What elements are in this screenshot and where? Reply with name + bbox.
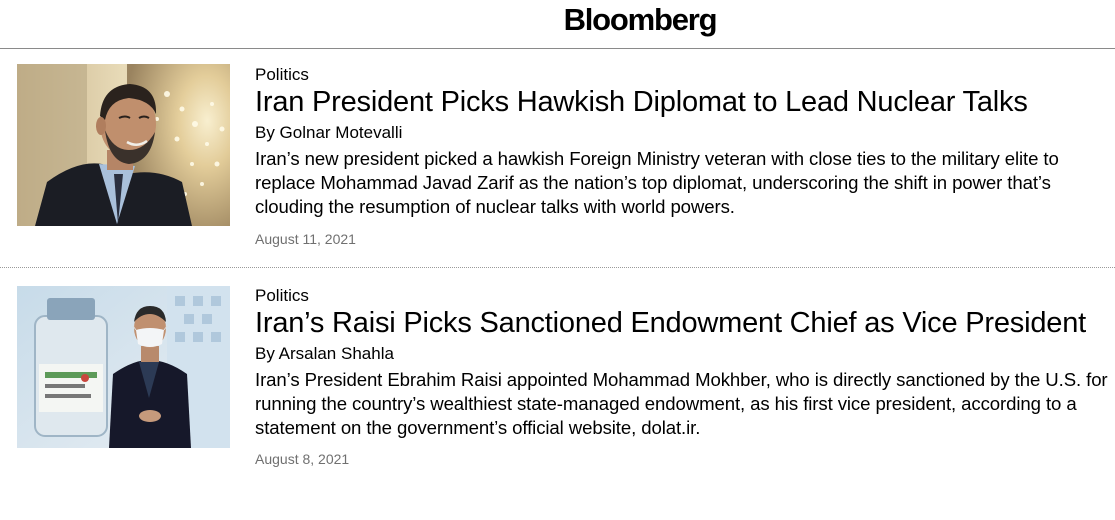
story-thumbnail-image[interactable] [17, 286, 230, 448]
story-date: August 11, 2021 [255, 231, 356, 247]
story-text: Politics Iran President Picks Hawkish Di… [255, 65, 1110, 248]
story-text: Politics Iran’s Raisi Picks Sanctioned E… [255, 286, 1110, 468]
story-headline[interactable]: Iran’s Raisi Picks Sanctioned Endowment … [255, 306, 1110, 341]
story-item: Politics Iran’s Raisi Picks Sanctioned E… [0, 268, 1115, 520]
bloomberg-logo[interactable]: Bloomberg [0, 2, 1115, 38]
story-summary: Iran’s new president picked a hawkish Fo… [255, 148, 1059, 217]
story-category[interactable]: Politics [255, 286, 1110, 306]
story-item: Politics Iran President Picks Hawkish Di… [0, 49, 1115, 268]
story-date: August 8, 2021 [255, 451, 350, 467]
story-byline: By Golnar Motevalli [255, 123, 403, 142]
story-thumbnail-image[interactable] [17, 64, 230, 226]
story-byline: By Arsalan Shahla [255, 344, 394, 363]
masthead: Bloomberg [0, 0, 1115, 49]
story-category[interactable]: Politics [255, 65, 1110, 85]
story-headline[interactable]: Iran President Picks Hawkish Diplomat to… [255, 85, 1110, 120]
story-summary: Iran’s President Ebrahim Raisi appointed… [255, 369, 1108, 438]
